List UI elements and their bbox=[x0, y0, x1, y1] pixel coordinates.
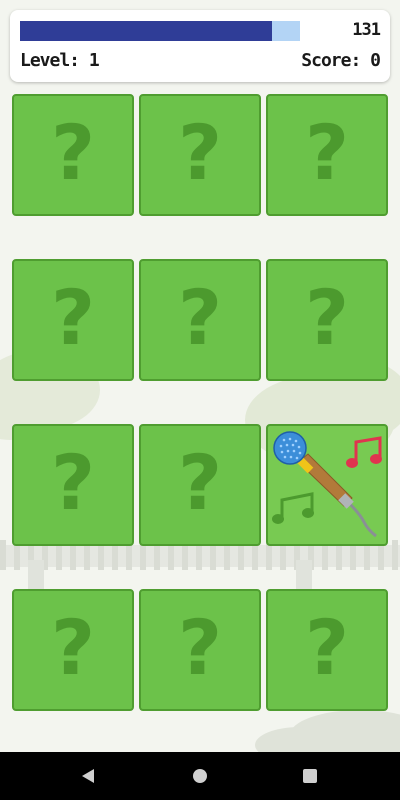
memory-card[interactable]: ? bbox=[266, 589, 388, 711]
timer-value: 131 bbox=[352, 20, 381, 40]
back-triangle-icon[interactable] bbox=[78, 766, 98, 786]
question-mark-icon: ? bbox=[177, 438, 223, 527]
memory-card-revealed[interactable] bbox=[266, 424, 388, 546]
question-mark-icon: ? bbox=[177, 108, 223, 197]
question-mark-icon: ? bbox=[304, 108, 350, 197]
memory-card[interactable]: ? bbox=[139, 94, 261, 216]
question-mark-icon: ? bbox=[50, 603, 96, 692]
navigation-bar bbox=[0, 752, 400, 800]
memory-card[interactable]: ? bbox=[12, 259, 134, 381]
memory-card[interactable]: ? bbox=[12, 424, 134, 546]
timer-bar-fill bbox=[20, 21, 272, 41]
memory-card[interactable]: ? bbox=[266, 259, 388, 381]
memory-card[interactable]: ? bbox=[139, 424, 261, 546]
home-circle-icon[interactable] bbox=[190, 766, 210, 786]
hud-panel: 131 Level: 1 Score: 0 bbox=[10, 10, 390, 82]
microphone-music-icon bbox=[272, 431, 382, 538]
question-mark-icon: ? bbox=[50, 438, 96, 527]
level-label: Level: 1 bbox=[20, 50, 100, 71]
question-mark-icon: ? bbox=[304, 603, 350, 692]
score-label: Score: 0 bbox=[301, 50, 381, 71]
question-mark-icon: ? bbox=[304, 273, 350, 362]
memory-card[interactable]: ? bbox=[266, 94, 388, 216]
memory-card[interactable]: ? bbox=[12, 589, 134, 711]
question-mark-icon: ? bbox=[50, 273, 96, 362]
question-mark-icon: ? bbox=[177, 603, 223, 692]
question-mark-icon: ? bbox=[177, 273, 223, 362]
recent-square-icon[interactable] bbox=[300, 766, 320, 786]
memory-card[interactable]: ? bbox=[139, 589, 261, 711]
card-grid: ? ? ? ? ? ? ? ? ? ? ? bbox=[12, 94, 388, 711]
memory-card[interactable]: ? bbox=[12, 94, 134, 216]
timer-bar bbox=[20, 21, 300, 41]
memory-card[interactable]: ? bbox=[139, 259, 261, 381]
question-mark-icon: ? bbox=[50, 108, 96, 197]
